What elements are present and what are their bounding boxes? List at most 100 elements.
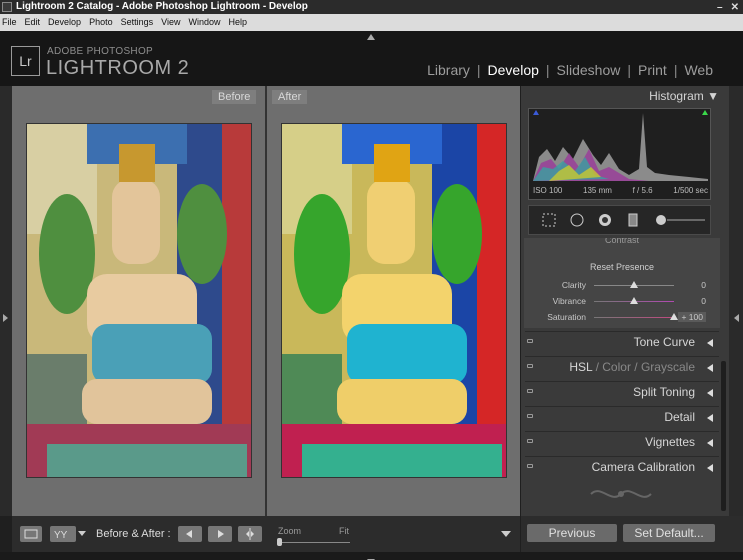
slider-thumb[interactable] [630, 281, 638, 288]
toolbar: YY Before & After : Zoom Fit [12, 516, 520, 552]
saturation-value: + 100 [678, 312, 706, 322]
menu-window[interactable]: Window [188, 14, 220, 31]
panel-buttons: Previous Set Default... [521, 516, 743, 552]
hsl-section[interactable]: HSL / Color / Grayscale [525, 356, 719, 377]
zoom-slider-thumb[interactable] [277, 538, 282, 546]
copy-before-to-after-button[interactable] [178, 526, 202, 542]
split-toning-label: Split Toning [633, 385, 695, 399]
window-title: Lightroom 2 Catalog - Adobe Photoshop Li… [16, 1, 308, 12]
menu-edit[interactable]: Edit [25, 14, 41, 31]
crop-tool-icon[interactable] [541, 212, 557, 228]
shutter-speed: 1/500 sec [673, 186, 708, 195]
loupe-view-button[interactable] [20, 526, 42, 542]
split-toning-section[interactable]: Split Toning [525, 381, 719, 402]
reset-presence-button[interactable]: Reset Presence [524, 262, 720, 272]
panel-switch-icon[interactable] [527, 439, 533, 443]
module-library[interactable]: Library [427, 62, 470, 78]
menu-help[interactable]: Help [229, 14, 248, 31]
right-panel: Histogram ▼ ISO 100 135 mm f / 5.6 1/500… [521, 86, 729, 516]
iso-value: ISO 100 [533, 186, 563, 195]
zoom-slider-track[interactable] [278, 542, 350, 543]
expand-triangle-icon [707, 389, 713, 397]
detail-section[interactable]: Detail [525, 406, 719, 427]
expand-triangle-icon [707, 414, 713, 422]
tone-curve-label: Tone Curve [633, 335, 695, 349]
menu-photo[interactable]: Photo [89, 14, 113, 31]
left-panel-collapsed[interactable] [0, 86, 12, 516]
after-photo[interactable] [281, 123, 507, 478]
module-separator: | [476, 62, 481, 78]
zoom-fit-label: Fit [339, 526, 349, 536]
title-bar: Lightroom 2 Catalog - Adobe Photoshop Li… [0, 0, 743, 14]
right-panel-edge[interactable] [729, 86, 743, 516]
camera-calibration-label: Camera Calibration [591, 460, 695, 474]
vignettes-section[interactable]: Vignettes [525, 431, 719, 452]
panel-switch-icon[interactable] [527, 364, 533, 368]
vibrance-slider[interactable]: Vibrance 0 [524, 294, 720, 308]
hsl-label[interactable]: HSL [569, 360, 592, 374]
before-photo[interactable] [26, 123, 252, 478]
expand-triangle-icon [707, 439, 713, 447]
previous-button[interactable]: Previous [527, 524, 617, 542]
tone-curve-section[interactable]: Tone Curve [525, 331, 719, 352]
focal-length: 135 mm [583, 186, 612, 195]
toolbar-options-dropdown-icon[interactable] [501, 531, 511, 538]
minimize-icon[interactable]: – [717, 1, 723, 15]
slider-thumb[interactable] [670, 313, 678, 320]
clarity-label: Clarity [561, 280, 586, 290]
slider-thumb[interactable] [630, 297, 638, 304]
menu-view[interactable]: View [161, 14, 180, 31]
brand-top-text: ADOBE PHOTOSHOP [47, 46, 154, 57]
presence-section: Contrast Reset Presence Clarity 0 Vibran… [524, 238, 720, 328]
vignettes-label: Vignettes [645, 435, 695, 449]
clarity-slider[interactable]: Clarity 0 [524, 278, 720, 292]
expand-triangle-icon [707, 364, 713, 372]
adjustment-brush-icon[interactable] [653, 212, 707, 228]
shadow-clip-icon [533, 110, 539, 115]
module-separator: | [673, 62, 678, 78]
zoom-label: Zoom [278, 526, 302, 536]
brand-name: LIGHTROOM 2 [46, 57, 190, 79]
module-slideshow[interactable]: Slideshow [557, 62, 621, 78]
slider-track [594, 317, 674, 318]
panel-switch-icon[interactable] [527, 464, 533, 468]
histogram-header[interactable]: Histogram ▼ [521, 88, 729, 104]
close-icon[interactable]: ✕ [731, 1, 739, 15]
before-after-label: Before & After : [96, 528, 171, 540]
before-view: Before [12, 86, 265, 516]
panel-switch-icon[interactable] [527, 389, 533, 393]
copy-after-to-before-button[interactable] [208, 526, 232, 542]
before-after-view-button[interactable]: YY [50, 526, 76, 542]
spot-removal-icon[interactable] [569, 212, 585, 228]
module-web[interactable]: Web [684, 62, 713, 78]
swap-before-after-button[interactable] [238, 526, 262, 542]
collapse-top-icon[interactable] [0, 31, 743, 43]
clarity-value: 0 [701, 280, 706, 290]
panel-switch-icon[interactable] [527, 414, 533, 418]
module-develop[interactable]: Develop [488, 62, 539, 78]
histogram[interactable]: ISO 100 135 mm f / 5.6 1/500 sec [528, 108, 711, 200]
saturation-slider[interactable]: Saturation + 100 [524, 310, 720, 324]
graduated-filter-icon[interactable] [625, 212, 641, 228]
panel-scrollbar[interactable] [721, 361, 726, 511]
highlight-clip-icon [702, 110, 708, 115]
menu-file[interactable]: File [2, 14, 17, 31]
panel-switch-icon[interactable] [527, 339, 533, 343]
menu-settings[interactable]: Settings [121, 14, 154, 31]
grayscale-label[interactable]: Grayscale [641, 360, 695, 374]
view-mode-dropdown-icon[interactable] [78, 531, 86, 537]
module-print[interactable]: Print [638, 62, 667, 78]
module-separator: | [545, 62, 550, 78]
menu-develop[interactable]: Develop [48, 14, 81, 31]
module-separator: | [627, 62, 632, 78]
lightroom-window: Lightroom 2 Catalog - Adobe Photoshop Li… [0, 0, 743, 560]
after-label: After [272, 90, 308, 104]
set-default-button[interactable]: Set Default... [623, 524, 715, 542]
before-label: Before [212, 90, 257, 104]
aperture-value: f / 5.6 [632, 186, 653, 195]
color-label[interactable]: Color [602, 360, 631, 374]
red-eye-icon[interactable] [597, 212, 613, 228]
camera-calibration-section[interactable]: Camera Calibration [525, 456, 719, 477]
filmstrip-collapsed[interactable] [0, 552, 743, 560]
detail-label: Detail [664, 410, 695, 424]
